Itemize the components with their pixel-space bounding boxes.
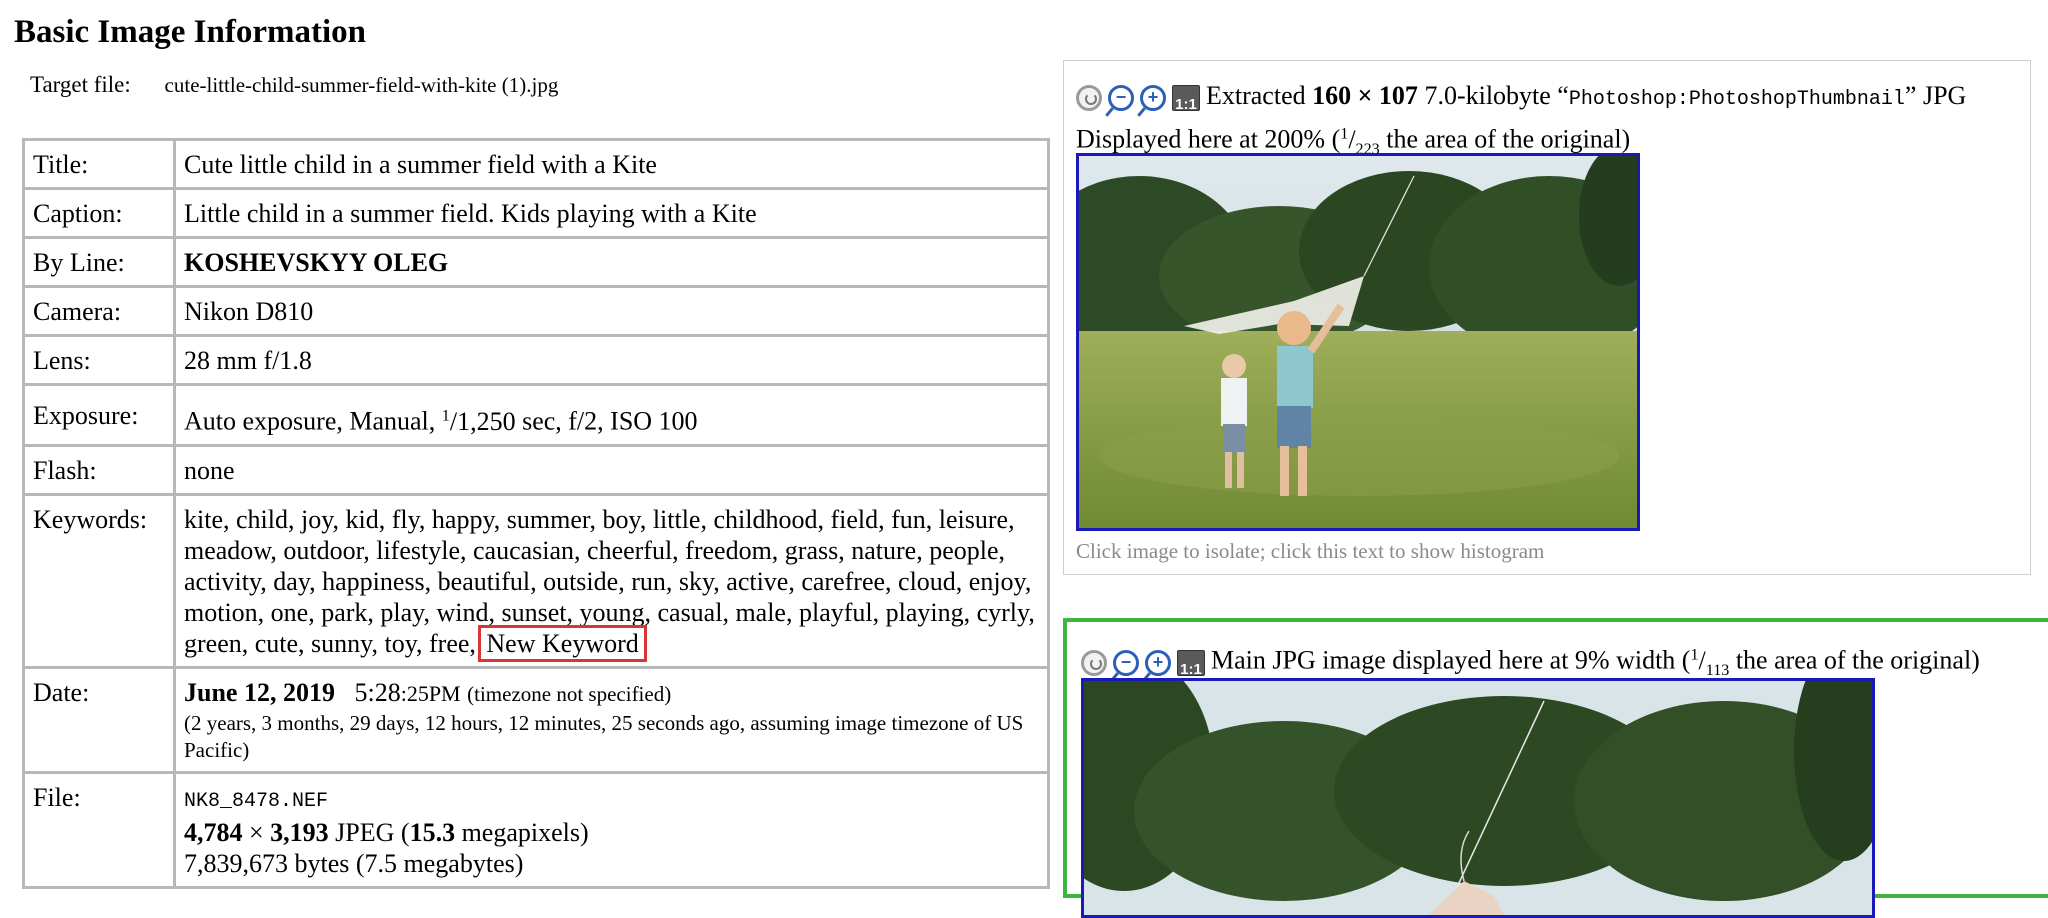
thumb-text-3: ” JPG (1904, 81, 1967, 110)
keywords-value: kite, child, joy, kid, fly, happy, summe… (173, 492, 1050, 669)
target-file-label: Target file: (30, 72, 131, 97)
date-seconds: :25PM (400, 680, 461, 706)
table-row: Flash: none (22, 443, 1050, 496)
file-bytes: 7,839,673 bytes (7.5 megabytes) (184, 848, 524, 878)
camera-value: Nikon D810 (173, 285, 1050, 337)
actual-size-icon[interactable]: 1:1 (1172, 85, 1200, 113)
thumb-tag: Photoshop:PhotoshopThumbnail (1568, 88, 1905, 111)
shutter-fraction: 1/1,250 (441, 406, 516, 436)
table-row: Camera: Nikon D810 (22, 285, 1050, 337)
exposure-suffix: sec, f/2, ISO 100 (515, 406, 698, 436)
file-width: 4,784 (184, 817, 243, 847)
thumbnail-image[interactable] (1076, 153, 1640, 531)
row-label: Flash: (22, 443, 176, 496)
byline-value: KOSHEVSKYY OLEG (173, 236, 1050, 288)
main-text-post: the area of the original) (1729, 645, 1980, 675)
table-row: By Line: KOSHEVSKYY OLEG (22, 236, 1050, 288)
thumb-fraction: 1/223 (1340, 124, 1380, 158)
zoom-in-icon[interactable]: + (1145, 649, 1171, 676)
row-label: Exposure: (22, 383, 176, 447)
row-label: Date: (22, 665, 176, 774)
table-row: Caption: Little child in a summer field.… (22, 187, 1050, 239)
new-keyword-highlight[interactable]: New Keyword (478, 624, 647, 662)
table-row: Keywords: kite, child, joy, kid, fly, ha… (22, 492, 1050, 669)
thumb-text-1: Extracted (1206, 81, 1313, 110)
thumbnail-description: − + 1:1 Extracted 160 × 107 7.0-kilobyte… (1076, 79, 1966, 157)
zoom-out-icon[interactable]: − (1108, 85, 1134, 112)
thumb-line2-pre: Displayed here at 200% ( (1076, 124, 1341, 154)
zoom-in-icon[interactable]: + (1140, 85, 1166, 112)
thumb-line2-post: the area of the original) (1379, 124, 1631, 154)
fraction-denominator: 1,250 (457, 406, 516, 436)
caption-value: Little child in a summer field. Kids pla… (173, 187, 1050, 239)
file-name: NK8_8478.NEF (184, 789, 329, 813)
main-image-toolbar: − + 1:1 (1081, 649, 1205, 678)
file-height: 3,193 (270, 817, 329, 847)
exposure-value: Auto exposure, Manual, 1/1,250 sec, f/2,… (173, 383, 1050, 447)
thumb-text-2: 7.0-kilobyte “ (1417, 81, 1569, 110)
main-image[interactable] (1081, 678, 1875, 918)
thumbnail-caption[interactable]: Click image to isolate; click this text … (1076, 539, 1544, 564)
byline-name: KOSHEVSKYY OLEG (184, 248, 449, 277)
thumb-dimensions: 160 × 107 (1312, 81, 1418, 110)
fraction-denominator: 113 (1705, 661, 1730, 679)
actual-size-label: 1:1 (1175, 96, 1197, 114)
main-text-pre: Main JPG image displayed here at 9% widt… (1211, 645, 1691, 675)
file-megapixels-label: megapixels) (455, 817, 589, 847)
row-label: By Line: (22, 236, 176, 288)
target-file: Target file: cute-little-child-summer-fi… (30, 72, 558, 98)
main-image-panel: − + 1:1 Main JPG image displayed here at… (1063, 618, 2048, 918)
fraction-numerator: 1 (1340, 125, 1349, 142)
main-photo (1084, 681, 1872, 915)
table-row: Exposure: Auto exposure, Manual, 1/1,250… (22, 383, 1050, 447)
thumbnail-toolbar: − + 1:1 (1076, 85, 1200, 113)
thumbnail-photo (1079, 156, 1637, 528)
row-label: File: (22, 770, 176, 889)
row-label: Keywords: (22, 492, 176, 669)
main-fraction: 1/113 (1690, 645, 1730, 679)
fraction-numerator: 1 (1690, 646, 1699, 663)
table-row: Lens: 28 mm f/1.8 (22, 334, 1050, 386)
table-row: File: NK8_8478.NEF 4,784 × 3,193 JPEG (1… (22, 770, 1050, 889)
file-format: JPEG ( (328, 817, 410, 847)
title-value: Cute little child in a summer field with… (173, 138, 1050, 190)
reset-icon[interactable] (1076, 85, 1102, 112)
date-time: 5:28 (354, 677, 401, 707)
image-info-table: Title: Cute little child in a summer fie… (22, 138, 1050, 889)
actual-size-icon[interactable]: 1:1 (1177, 649, 1205, 678)
target-file-value: cute-little-child-summer-field-with-kite… (164, 73, 559, 97)
table-row: Title: Cute little child in a summer fie… (22, 138, 1050, 190)
row-label: Title: (22, 138, 176, 190)
row-label: Caption: (22, 187, 176, 239)
fraction-numerator: 1 (441, 407, 450, 424)
date-day: June 12, 2019 (184, 677, 335, 707)
row-label: Camera: (22, 285, 176, 337)
row-label: Lens: (22, 334, 176, 386)
reset-icon[interactable] (1081, 649, 1107, 676)
date-value: June 12, 2019 5:28:25PM (timezone not sp… (173, 665, 1050, 774)
main-image-description: − + 1:1 Main JPG image displayed here at… (1081, 638, 1980, 678)
date-timezone: (timezone not specified) (467, 681, 672, 706)
zoom-out-icon[interactable]: − (1113, 649, 1139, 676)
table-row: Date: June 12, 2019 5:28:25PM (timezone … (22, 665, 1050, 774)
page-heading: Basic Image Information (14, 14, 366, 50)
lens-value: 28 mm f/1.8 (173, 334, 1050, 386)
date-ago: (2 years, 3 months, 29 days, 12 hours, 1… (184, 710, 1024, 762)
thumbnail-panel: − + 1:1 Extracted 160 × 107 7.0-kilobyte… (1063, 60, 2031, 575)
file-times: × (242, 817, 271, 847)
flash-value: none (173, 443, 1050, 496)
file-megapixels: 15.3 (409, 817, 456, 847)
file-value: NK8_8478.NEF 4,784 × 3,193 JPEG (15.3 me… (173, 770, 1050, 889)
exposure-prefix: Auto exposure, Manual, (184, 406, 442, 436)
